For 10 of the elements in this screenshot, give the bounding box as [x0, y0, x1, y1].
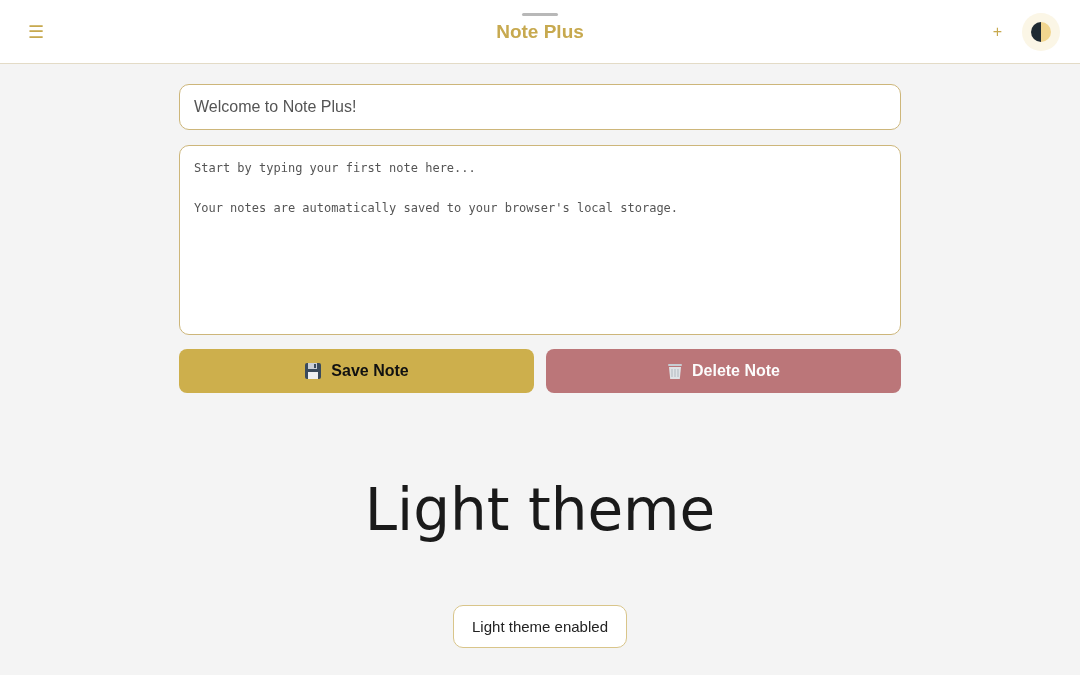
app-title: Note Plus [496, 21, 584, 43]
theme-toast: Light theme enabled [453, 605, 627, 648]
trash-can-icon [667, 362, 683, 380]
drag-handle[interactable] [522, 13, 558, 16]
note-body-field[interactable]: Start by typing your first note here... Your notes are automatically saved to your browser's local storage. [179, 145, 901, 335]
theme-heading: Light theme [363, 477, 717, 543]
save-button[interactable]: Save Note [179, 349, 534, 393]
note-title-field[interactable]: Welcome to Note Plus! [179, 84, 901, 130]
half-moon-icon [1031, 21, 1051, 42]
theme-toggle-button[interactable] [1022, 12, 1060, 51]
